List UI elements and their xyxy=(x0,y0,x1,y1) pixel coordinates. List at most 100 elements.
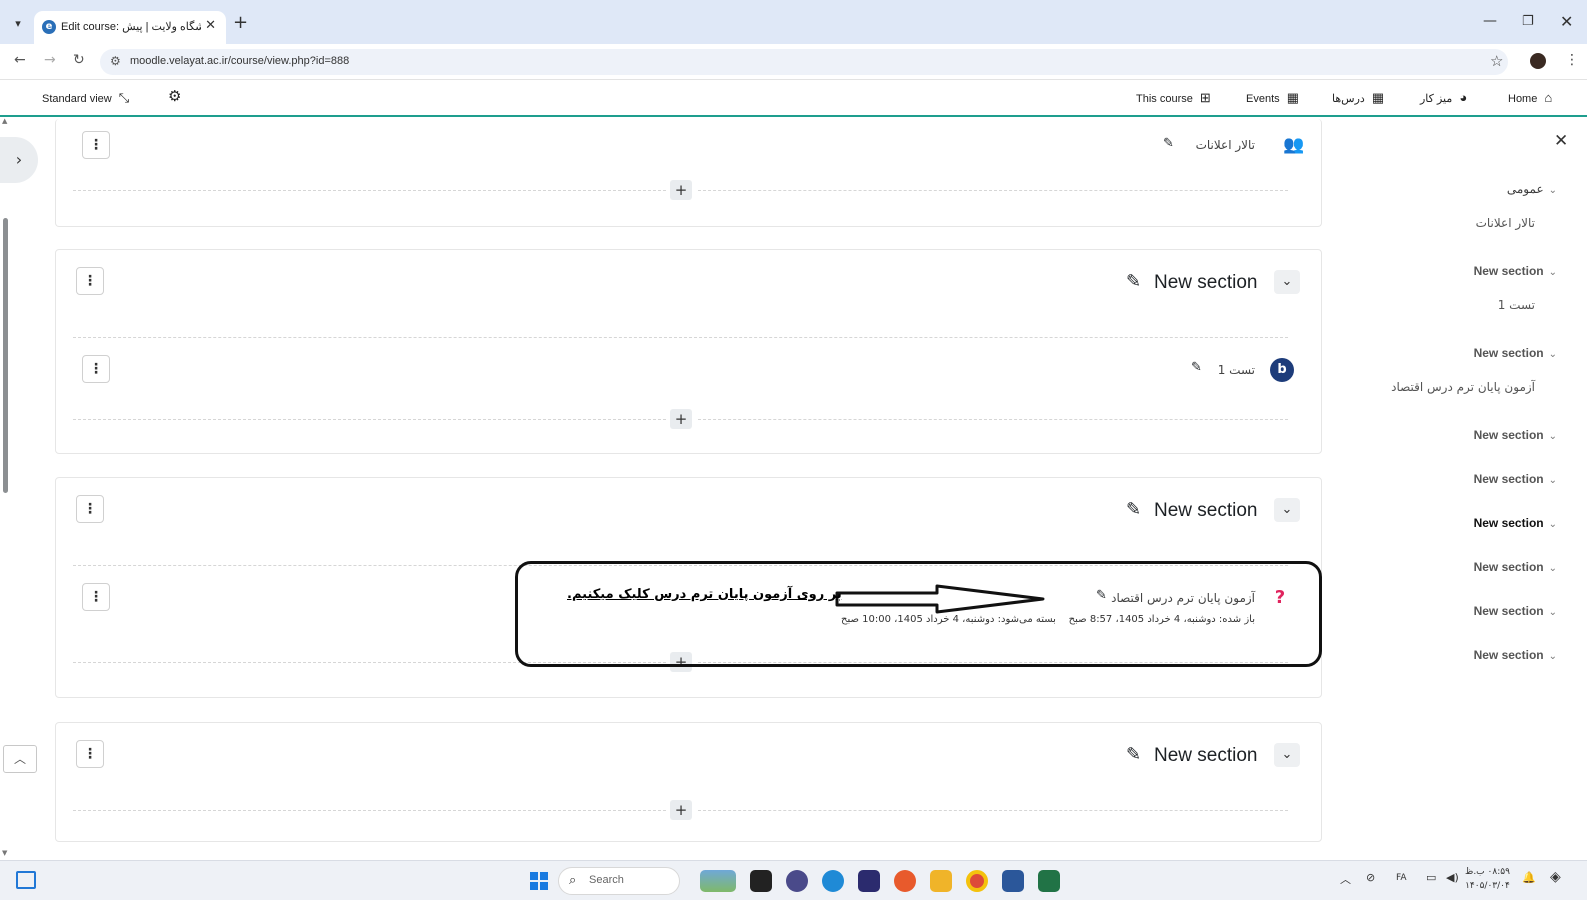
tab-close-icon[interactable]: ✕ xyxy=(205,18,216,33)
open-block-drawer-button[interactable]: › xyxy=(0,137,38,183)
section-title[interactable]: New section xyxy=(1154,745,1258,767)
index-section-5-current[interactable]: New section ⌄ xyxy=(1474,516,1557,530)
bookmark-star-icon[interactable]: ☆ xyxy=(1490,52,1503,70)
annotation-highlight-box xyxy=(515,561,1322,667)
settings-gear-icon[interactable]: ⚙ xyxy=(168,87,181,105)
activity-actions-menu-button[interactable]: ⋮ xyxy=(82,355,110,383)
standard-view-label: Standard view xyxy=(42,93,112,105)
browser-tab-active[interactable]: e Edit course: دانشگاه ولایت | پیش ✕ xyxy=(34,11,226,44)
excel-icon[interactable] xyxy=(1038,870,1060,892)
index-item-final-exam[interactable]: آزمون پایان ترم درس اقتصاد xyxy=(1391,380,1535,394)
back-arrow-icon[interactable]: ← xyxy=(14,52,26,68)
file-explorer-icon[interactable] xyxy=(930,870,952,892)
index-item-test1[interactable]: تست 1 xyxy=(1498,298,1535,312)
close-drawer-icon[interactable]: ✕ xyxy=(1554,131,1568,151)
browser-tab-bar: ▾ e Edit course: دانشگاه ولایت | پیش ✕ +… xyxy=(0,0,1587,44)
nav-dashboard[interactable]: میز کار ◕ xyxy=(1420,90,1467,105)
tray-chevron-up-icon[interactable]: ︿ xyxy=(1340,871,1351,887)
profile-avatar-icon[interactable] xyxy=(1530,53,1546,69)
tray-volume-icon[interactable]: ◀) xyxy=(1446,871,1459,884)
collapse-section-chevron-icon[interactable]: ⌄ xyxy=(1274,498,1300,522)
search-icon: ⌕ xyxy=(569,873,577,888)
chat-icon[interactable] xyxy=(786,870,808,892)
section-actions-menu-button[interactable]: ⋮ xyxy=(76,267,104,295)
back-to-top-button[interactable]: ︿ xyxy=(3,745,37,773)
tray-network-icon[interactable]: ⊘ xyxy=(1366,871,1375,884)
add-activity-button[interactable]: + xyxy=(670,180,692,200)
index-section-4[interactable]: New section ⌄ xyxy=(1474,472,1557,486)
section-title[interactable]: New section xyxy=(1154,500,1258,522)
scroll-down-arrow-icon[interactable]: ▼ xyxy=(2,849,7,857)
activity-actions-menu-button[interactable]: ⋮ xyxy=(82,583,110,611)
collapse-section-chevron-icon[interactable]: ⌄ xyxy=(1274,743,1300,767)
activity-actions-menu-button[interactable]: ⋮ xyxy=(82,131,110,159)
h5p-icon: b xyxy=(1270,358,1294,382)
nav-events[interactable]: Events ▦ xyxy=(1246,90,1299,106)
firefox-icon[interactable] xyxy=(894,870,916,892)
index-section-8[interactable]: New section ⌄ xyxy=(1474,648,1557,662)
system-clock[interactable]: ۰۸:۵۹ ب.ظ ۱۴۰۵/۰۳/۰۴ xyxy=(1465,865,1510,893)
index-section-6[interactable]: New section ⌄ xyxy=(1474,560,1557,574)
section-actions-menu-button[interactable]: ⋮ xyxy=(76,495,104,523)
copilot-icon[interactable]: ◈ xyxy=(1550,869,1561,885)
nav-this-course[interactable]: This course ⊞ xyxy=(1136,90,1211,106)
site-info-icon[interactable]: ⚙ xyxy=(110,54,121,68)
add-activity-button[interactable]: + xyxy=(670,409,692,429)
windows-start-icon[interactable] xyxy=(530,872,548,890)
index-section-3[interactable]: New section ⌄ xyxy=(1474,428,1557,442)
url-field[interactable]: ⚙ moodle.velayat.ac.ir/course/view.php?i… xyxy=(100,49,1508,75)
nav-my-courses[interactable]: درس‌ها ▦ xyxy=(1332,90,1384,106)
taskbar-search-box[interactable]: ⌕ Search xyxy=(558,867,680,895)
language-indicator[interactable]: FA xyxy=(1396,873,1407,883)
edit-section-pencil-icon[interactable]: ✎ xyxy=(1126,271,1141,292)
browser-menu-icon[interactable]: ⋮ xyxy=(1565,52,1579,68)
edit-title-pencil-icon[interactable]: ✎ xyxy=(1191,360,1202,375)
new-tab-plus-icon[interactable]: + xyxy=(233,14,248,32)
notification-bell-icon[interactable]: 🔔 xyxy=(1522,871,1536,884)
task-view-icon[interactable] xyxy=(750,870,772,892)
weather-widget-icon[interactable] xyxy=(700,870,736,892)
scrollbar-thumb[interactable] xyxy=(3,218,8,493)
collapse-section-chevron-icon[interactable]: ⌄ xyxy=(1274,270,1300,294)
divider xyxy=(73,810,666,811)
nav-home[interactable]: Home ⌂ xyxy=(1508,90,1552,105)
divider xyxy=(698,810,1288,811)
view-compress-icon: ⤡ xyxy=(118,90,130,105)
window-minimize-icon[interactable]: — xyxy=(1483,13,1497,29)
edit-title-pencil-icon[interactable]: ✎ xyxy=(1163,136,1174,151)
tray-display-icon[interactable]: ▭ xyxy=(1426,871,1436,884)
store-icon[interactable] xyxy=(858,870,880,892)
section-actions-menu-button[interactable]: ⋮ xyxy=(76,740,104,768)
tab-search-dropdown-icon[interactable]: ▾ xyxy=(8,14,28,34)
activity-link-announcements[interactable]: تالار اعلانات xyxy=(1196,138,1255,152)
window-close-icon[interactable]: ✕ xyxy=(1560,12,1573,31)
chevron-down-icon: ⌄ xyxy=(1548,349,1557,360)
index-section-label: New section xyxy=(1473,428,1544,442)
section-title[interactable]: New section xyxy=(1154,272,1258,294)
index-item-announcements[interactable]: تالار اعلانات xyxy=(1476,216,1535,230)
scroll-up-arrow-icon[interactable]: ▲ xyxy=(2,117,7,125)
word-icon[interactable] xyxy=(1002,870,1024,892)
edit-section-pencil-icon[interactable]: ✎ xyxy=(1126,744,1141,765)
index-section-label: New section xyxy=(1473,472,1544,486)
index-section-label: New section xyxy=(1473,604,1544,618)
widgets-icon[interactable] xyxy=(16,871,36,889)
index-section-2[interactable]: New section ⌄ xyxy=(1474,346,1557,360)
annotation-instruction-text: بر روی آزمون پایان ترم درس کلیک میکنیم. xyxy=(567,587,842,602)
add-activity-button[interactable]: + xyxy=(670,800,692,820)
standard-view-toggle[interactable]: Standard view ⤡ xyxy=(42,90,129,106)
index-section-general[interactable]: عمومی ⌄ xyxy=(1507,182,1557,196)
window-restore-icon[interactable]: ❐ xyxy=(1522,14,1534,29)
taskbar-search-placeholder: Search xyxy=(589,874,624,886)
forward-arrow-icon[interactable]: → xyxy=(44,52,56,68)
chrome-icon[interactable] xyxy=(966,870,988,892)
divider xyxy=(73,419,666,420)
grid-icon: ▦ xyxy=(1371,90,1385,105)
moodle-navbar: Standard view ⤡ ⚙ This course ⊞ Events ▦… xyxy=(0,80,1587,117)
reload-icon[interactable]: ↻ xyxy=(73,52,85,68)
index-section-7[interactable]: New section ⌄ xyxy=(1474,604,1557,618)
edge-browser-icon[interactable] xyxy=(822,870,844,892)
index-section-1[interactable]: New section ⌄ xyxy=(1474,264,1557,278)
activity-link-test1[interactable]: تست 1 xyxy=(1218,363,1255,377)
edit-section-pencil-icon[interactable]: ✎ xyxy=(1126,499,1141,520)
